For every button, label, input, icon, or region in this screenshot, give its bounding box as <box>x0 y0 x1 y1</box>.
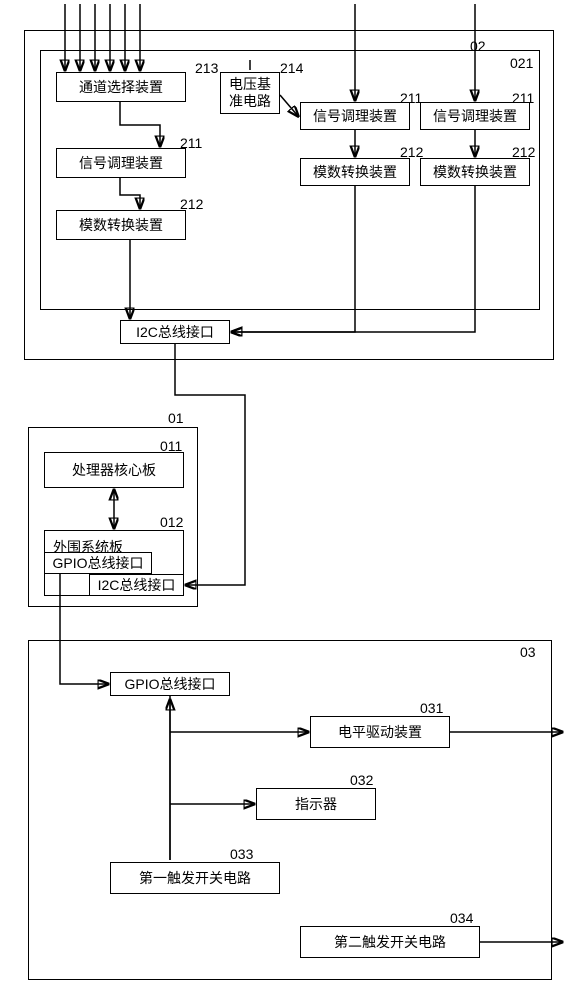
box-212a: 模数转换装置 <box>56 210 186 240</box>
text-211b: 信号调理装置 <box>313 106 397 126</box>
box-211b: 信号调理装置 <box>300 102 410 130</box>
text-032: 指示器 <box>295 794 337 814</box>
text-033: 第一触发开关电路 <box>139 868 251 888</box>
text-034: 第二触发开关电路 <box>334 932 446 952</box>
text-211a: 信号调理装置 <box>79 153 163 173</box>
num-033: 033 <box>230 846 253 862</box>
label-021: 021 <box>510 55 533 71</box>
box-034: 第二触发开关电路 <box>300 926 480 958</box>
num-031: 031 <box>420 700 443 716</box>
box-033: 第一触发开关电路 <box>110 862 280 894</box>
box-012-i2c: I2C总线接口 <box>89 574 184 596</box>
box-211c: 信号调理装置 <box>420 102 530 130</box>
box-i2c-021: I2C总线接口 <box>120 320 230 344</box>
num-213: 213 <box>195 60 218 76</box>
box-212b: 模数转换装置 <box>300 158 410 186</box>
box-214: 电压基 准电路 <box>220 72 280 114</box>
text-031: 电平驱动装置 <box>338 722 422 742</box>
text-03-gpio: GPIO总线接口 <box>124 674 215 694</box>
box-211a: 信号调理装置 <box>56 148 186 178</box>
text-213: 通道选择装置 <box>79 77 163 97</box>
label-01: 01 <box>168 410 184 426</box>
text-212b: 模数转换装置 <box>313 162 397 182</box>
num-034: 034 <box>450 910 473 926</box>
text-212a: 模数转换装置 <box>79 215 163 235</box>
box-032: 指示器 <box>256 788 376 820</box>
text-011: 处理器核心板 <box>72 460 156 480</box>
num-214: 214 <box>280 60 303 76</box>
box-212c: 模数转换装置 <box>420 158 530 186</box>
box-012-gpio: GPIO总线接口 <box>44 552 152 574</box>
text-012-i2c: I2C总线接口 <box>98 575 176 595</box>
num-012: 012 <box>160 514 183 530</box>
box-03-gpio: GPIO总线接口 <box>110 672 230 696</box>
text-i2c-021: I2C总线接口 <box>136 322 214 342</box>
text-214-l1: 电压基 <box>229 76 271 93</box>
box-011: 处理器核心板 <box>44 452 184 488</box>
text-214-l2: 准电路 <box>229 93 271 110</box>
text-212c: 模数转换装置 <box>433 162 517 182</box>
box-213: 通道选择装置 <box>56 72 186 102</box>
num-032: 032 <box>350 772 373 788</box>
text-211c: 信号调理装置 <box>433 106 517 126</box>
box-031: 电平驱动装置 <box>310 716 450 748</box>
text-012-gpio: GPIO总线接口 <box>52 553 143 573</box>
